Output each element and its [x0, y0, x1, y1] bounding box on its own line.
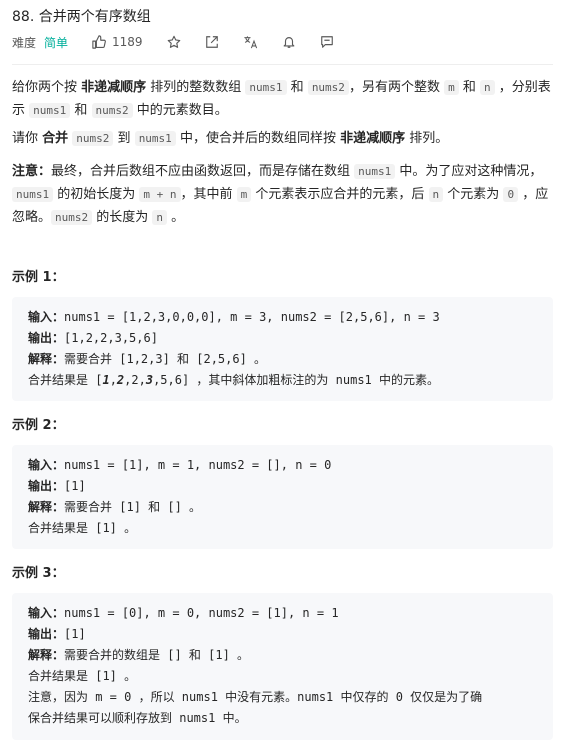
example-3-output: 输出：[1]: [28, 627, 86, 641]
description-paragraph-2: 请你 合并 nums2 到 nums1 中，使合并后的数组同样按 非递减顺序 排…: [12, 131, 449, 146]
example-1-heading: 示例 1：: [12, 270, 65, 285]
example-3-note-line-1: 注意，因为 m = 0 ，所以 nums1 中没有元素。nums1 中仅存的 0…: [28, 690, 483, 704]
thumbs-up-icon: [92, 35, 106, 49]
example-3-input: 输入：nums1 = [0], m = 0, nums2 = [1], n = …: [28, 606, 339, 620]
difficulty-label: 难度: [12, 35, 37, 50]
example-3-result: 合并结果是 [1] 。: [28, 669, 137, 683]
problem-meta-bar: 难度 简单 1189: [12, 33, 334, 51]
example-2-heading: 示例 2：: [12, 418, 65, 433]
problem-page: 88. 合并两个有序数组 难度 简单 1189 给你两个按 非递减顺序 排列的整…: [0, 0, 567, 740]
example-3-heading: 示例 3：: [12, 566, 65, 581]
favorite-button[interactable]: [167, 35, 181, 49]
example-2-input: 输入：nums1 = [1], m = 1, nums2 = [], n = 0: [28, 458, 332, 472]
description-paragraph-1: 给你两个按 非递减顺序 排列的整数数组 nums1 和 nums2 ，另有两个整数…: [12, 80, 551, 118]
example-2-explanation: 解释：需要合并 [1] 和 [] 。: [28, 500, 202, 514]
share-button[interactable]: [205, 35, 219, 49]
example-3-note-line-2: 保合并结果可以顺利存放到 nums1 中。: [28, 711, 247, 725]
translate-icon: [243, 36, 257, 49]
like-button[interactable]: 1189: [92, 35, 143, 49]
example-3-explanation: 解释：需要合并的数组是 [] 和 [1] 。: [28, 648, 250, 662]
feedback-button[interactable]: [320, 35, 334, 49]
example-1-block: 输入：nums1 = [1,2,3,0,0,0], m = 3, nums2 =…: [12, 297, 553, 401]
difficulty-badge: 简单: [44, 35, 69, 50]
comment-icon: [320, 36, 333, 48]
share-icon: [205, 36, 218, 48]
example-1-input: 输入：nums1 = [1,2,3,0,0,0], m = 3, nums2 =…: [28, 310, 440, 324]
example-1-output: 输出：[1,2,2,3,5,6]: [28, 331, 158, 345]
description-note: 注意：最终，合并后数组不应由函数返回，而是存储在数组 nums1 中。为了应对这…: [12, 164, 549, 225]
header-divider: [12, 64, 553, 65]
problem-title: 88. 合并两个有序数组: [12, 9, 151, 25]
example-1-result: 合并结果是 [1,2,2,3,5,6] ，其中斜体加粗标注的为 nums1 中的…: [28, 373, 439, 387]
example-2-output: 输出：[1]: [28, 479, 86, 493]
example-3-block: 输入：nums1 = [0], m = 0, nums2 = [1], n = …: [12, 593, 553, 740]
like-count: 1189: [112, 35, 143, 49]
translate-button[interactable]: [243, 35, 258, 49]
bell-icon: [283, 37, 294, 48]
example-1-explanation: 解释：需要合并 [1,2,3] 和 [2,5,6] 。: [28, 352, 267, 366]
star-icon: [167, 35, 180, 48]
example-2-block: 输入：nums1 = [1], m = 1, nums2 = [], n = 0…: [12, 445, 553, 549]
notification-button[interactable]: [282, 35, 296, 49]
example-2-result: 合并结果是 [1] 。: [28, 521, 137, 535]
